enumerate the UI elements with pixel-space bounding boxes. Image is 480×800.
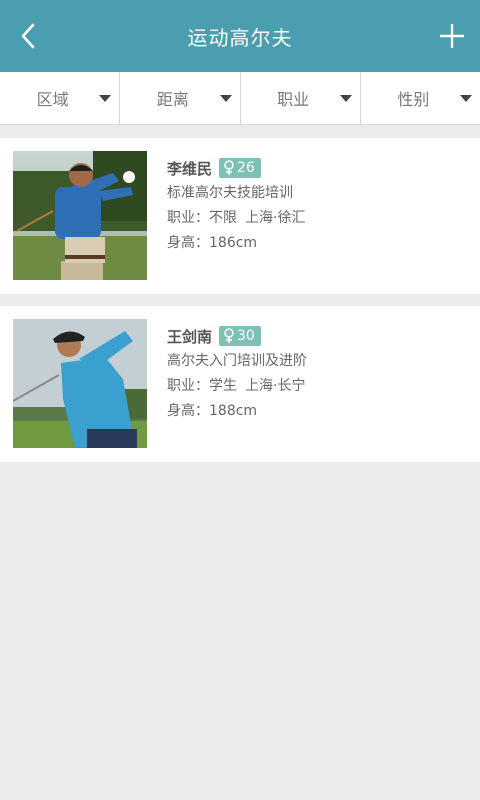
coach-photo bbox=[13, 151, 147, 280]
age-value: 30 bbox=[237, 328, 255, 344]
name-line: 李维民 26 bbox=[167, 155, 470, 181]
filter-label: 职业 bbox=[277, 90, 310, 109]
occupation-line: 职业：不限 上海·徐汇 bbox=[167, 206, 470, 231]
plus-icon bbox=[440, 24, 464, 48]
caret-down-icon bbox=[339, 95, 352, 102]
location-text: 上海·长宁 bbox=[245, 378, 306, 394]
filter-occupation[interactable]: 职业 bbox=[241, 72, 361, 124]
filter-label: 距离 bbox=[156, 90, 189, 109]
course-text: 标准高尔夫技能培训 bbox=[167, 185, 293, 201]
coach-card[interactable]: 李维民 26 标准高尔夫技能培训 职业：不限 上海·徐汇 身高：186cm bbox=[0, 138, 480, 294]
coach-info: 王剑南 30 高尔夫入门培训及进阶 职业：学生 上海·长宁 身高：188cm bbox=[167, 323, 470, 424]
add-button[interactable] bbox=[436, 20, 468, 52]
back-button[interactable] bbox=[14, 22, 42, 50]
filter-gender[interactable]: 性别 bbox=[361, 72, 480, 124]
occupation-line: 职业：学生 上海·长宁 bbox=[167, 374, 470, 399]
height-text: 身高：186cm bbox=[167, 235, 258, 251]
filter-label: 性别 bbox=[397, 90, 430, 109]
height-text: 身高：188cm bbox=[167, 403, 258, 419]
course-text: 高尔夫入门培训及进阶 bbox=[167, 353, 307, 369]
top-bar: 运动高尔夫 bbox=[0, 0, 480, 72]
coach-info: 李维民 26 标准高尔夫技能培训 职业：不限 上海·徐汇 身高：186cm bbox=[167, 155, 470, 256]
chevron-left-icon bbox=[21, 23, 35, 49]
age-badge: 26 bbox=[219, 158, 261, 178]
coach-name: 李维民 bbox=[167, 159, 213, 178]
age-badge: 30 bbox=[219, 326, 261, 346]
coach-card[interactable]: 王剑南 30 高尔夫入门培训及进阶 职业：学生 上海·长宁 身高：188cm bbox=[0, 306, 480, 462]
page-title: 运动高尔夫 bbox=[187, 25, 293, 50]
location-text: 上海·徐汇 bbox=[245, 210, 306, 226]
coach-name: 王剑南 bbox=[167, 327, 213, 346]
female-icon bbox=[224, 160, 234, 175]
occupation-text: 职业：不限 bbox=[167, 210, 237, 226]
occupation-text: 职业：学生 bbox=[167, 378, 237, 394]
filter-region[interactable]: 区域 bbox=[0, 72, 121, 124]
caret-down-icon bbox=[219, 95, 232, 102]
filter-bar: 区域 距离 职业 性别 bbox=[0, 72, 480, 125]
coach-photo bbox=[13, 319, 147, 448]
age-value: 26 bbox=[237, 160, 255, 176]
filter-distance[interactable]: 距离 bbox=[120, 72, 241, 124]
filter-label: 区域 bbox=[36, 90, 69, 109]
caret-down-icon bbox=[460, 95, 472, 102]
name-line: 王剑南 30 bbox=[167, 323, 470, 349]
caret-down-icon bbox=[99, 95, 112, 102]
female-icon bbox=[224, 328, 234, 343]
